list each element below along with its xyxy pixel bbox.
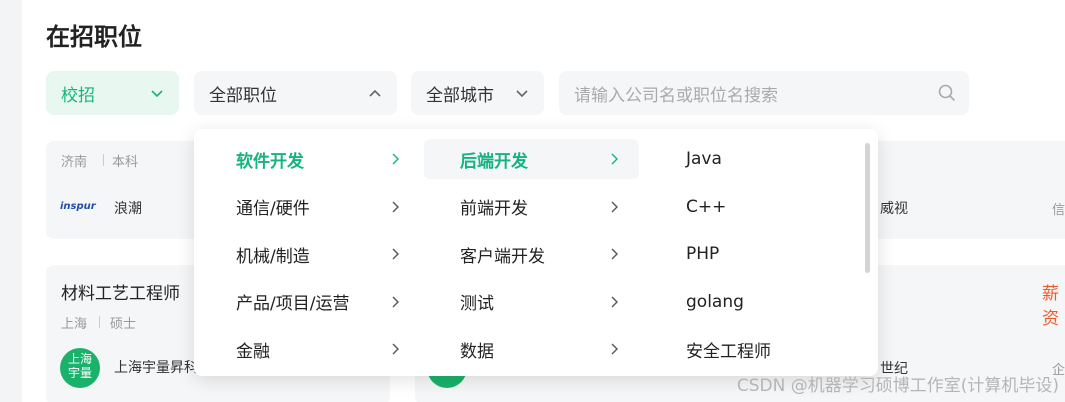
position-column: Java C++ PHP golang 安全工程师 [639, 139, 869, 377]
job-degree: 硕士 [110, 317, 137, 332]
position-label: PHP [686, 244, 720, 264]
company-logo: inspur [60, 200, 96, 212]
chevron-right-icon [611, 343, 618, 355]
watermark-text: CSDN @机器学习硕博工作室(计算机毕设) [736, 376, 1059, 396]
position-filter-dropdown[interactable]: 全部职位 [194, 71, 397, 115]
position-filter-label: 全部职位 [209, 85, 277, 106]
position-item-golang[interactable]: golang [639, 282, 869, 322]
search-icon[interactable] [937, 83, 957, 103]
divider [99, 316, 100, 328]
company-logo-text: 宇量 [67, 366, 92, 380]
category-item-product[interactable]: 产品/项目/运营 [200, 282, 420, 322]
chevron-right-icon [611, 296, 618, 307]
subcategory-label: 后端开发 [460, 151, 528, 172]
subcategory-column: 后端开发 前端开发 客户端开发 测试 数据 [424, 139, 870, 377]
chevron-right-icon [392, 153, 399, 165]
job-meta: 信 [1052, 203, 1065, 218]
company-name: 上海宇量昇科 [114, 360, 198, 376]
chevron-right-icon [392, 201, 399, 212]
campus-filter-label: 校招 [61, 85, 95, 106]
page-title: 在招职位 [46, 23, 142, 51]
category-item-software[interactable]: 软件开发 [200, 139, 420, 179]
category-item-telecom[interactable]: 通信/硬件 [200, 187, 420, 227]
chevron-right-icon [392, 296, 399, 307]
salary-text: 薪资 [1042, 284, 1059, 329]
subcategory-label: 数据 [460, 341, 494, 362]
category-label: 机械/制造 [236, 246, 310, 267]
position-item-cpp[interactable]: C++ [639, 187, 869, 227]
position-label: C++ [686, 196, 727, 217]
city-filter-label: 全部城市 [426, 85, 494, 106]
search-placeholder: 请输入公司名或职位名搜索 [574, 85, 778, 106]
subcategory-label: 客户端开发 [460, 246, 545, 267]
subcategory-item-client[interactable]: 客户端开发 [424, 234, 639, 274]
subcategory-item-backend[interactable]: 后端开发 [424, 139, 639, 179]
job-title: 材料工艺工程师 [61, 284, 180, 304]
company-logo: 上海 宇量 [60, 348, 100, 388]
chevron-right-icon [611, 201, 618, 212]
category-label: 通信/硬件 [236, 199, 310, 219]
subcategory-item-data[interactable]: 数据 [424, 329, 639, 369]
category-item-mechanical[interactable]: 机械/制造 [200, 234, 420, 274]
category-label: 产品/项目/运营 [236, 294, 350, 314]
company-name: 威视 [880, 201, 908, 217]
chevron-right-icon [611, 153, 618, 165]
job-degree: 本科 [112, 155, 139, 170]
position-label: golang [686, 291, 744, 312]
position-dropdown-menu: 软件开发 通信/硬件 机械/制造 产品/项目/运营 金融 后端开发 前端开发 客… [194, 129, 878, 376]
subcategory-label: 前端开发 [460, 199, 528, 219]
divider [103, 154, 104, 166]
job-city: 济南 [61, 155, 88, 170]
category-item-finance[interactable]: 金融 [200, 329, 420, 369]
category-label: 金融 [236, 341, 270, 362]
position-label: Java [686, 149, 722, 169]
job-city: 上海 [61, 317, 88, 332]
chevron-right-icon [611, 248, 618, 260]
campus-filter-dropdown[interactable]: 校招 [46, 71, 179, 115]
position-item-java[interactable]: Java [639, 139, 869, 179]
chevron-right-icon [392, 248, 399, 260]
chevron-down-icon [516, 90, 528, 98]
position-item-php[interactable]: PHP [639, 234, 869, 274]
category-column: 软件开发 通信/硬件 机械/制造 产品/项目/运营 金融 [200, 139, 420, 377]
position-label: 安全工程师 [686, 341, 771, 362]
position-item-security-engineer[interactable]: 安全工程师 [639, 329, 869, 369]
category-label: 软件开发 [236, 151, 304, 172]
city-filter-dropdown[interactable]: 全部城市 [411, 71, 544, 115]
company-logo-text: 上海 [67, 352, 92, 366]
chevron-down-icon [151, 90, 163, 98]
subcategory-item-testing[interactable]: 测试 [424, 282, 639, 322]
chevron-up-icon [369, 89, 381, 97]
company-name: 浪潮 [114, 201, 142, 217]
subcategory-label: 测试 [460, 294, 494, 314]
chevron-right-icon [392, 343, 399, 355]
search-input[interactable]: 请输入公司名或职位名搜索 [559, 71, 969, 115]
subcategory-item-frontend[interactable]: 前端开发 [424, 187, 639, 227]
